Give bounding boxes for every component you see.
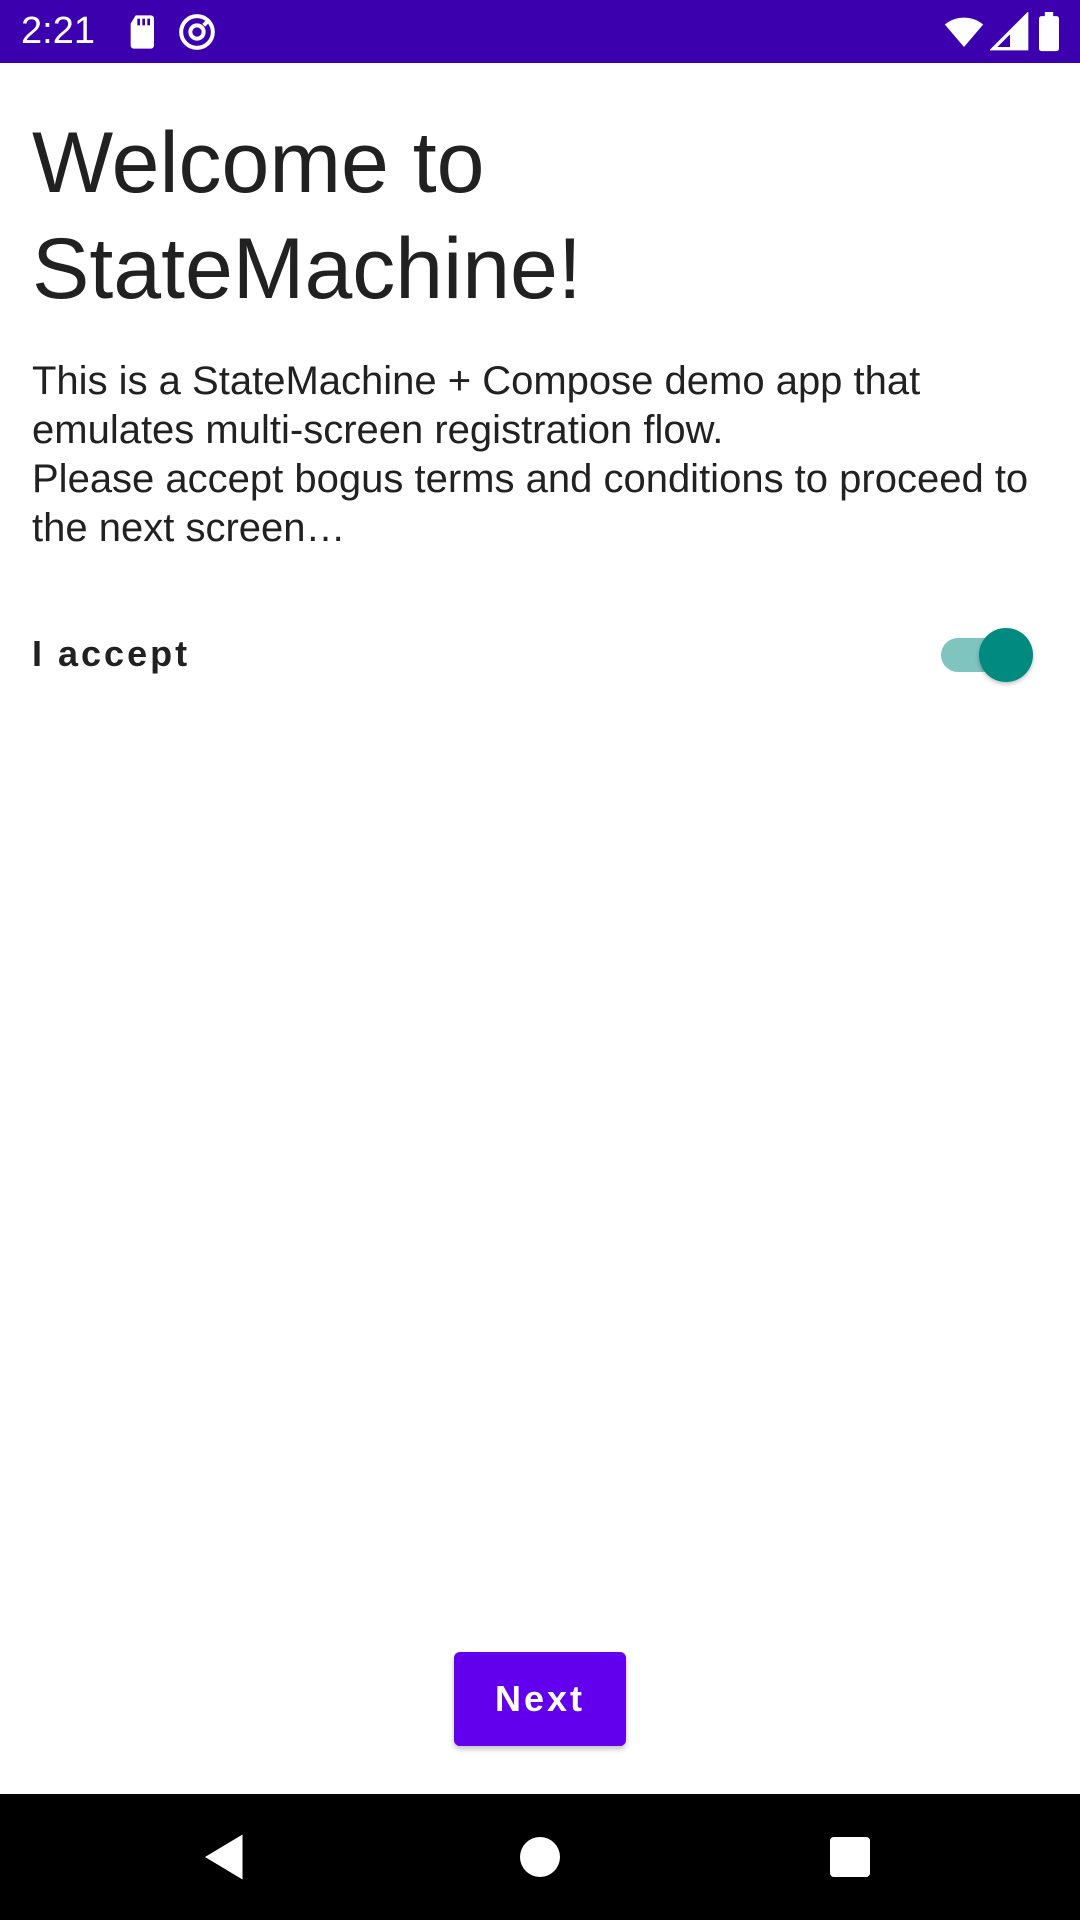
page-title: Welcome to StateMachine! xyxy=(32,115,582,317)
next-button[interactable]: Next xyxy=(454,1652,626,1746)
switch-thumb xyxy=(979,628,1033,682)
accept-terms-label: I accept xyxy=(32,633,191,674)
sd-card-icon xyxy=(124,12,164,52)
cellular-signal-icon xyxy=(990,12,1030,52)
navigation-bar xyxy=(0,1794,1080,1920)
wifi-icon xyxy=(942,12,986,52)
status-bar: 2:21 xyxy=(0,0,1080,63)
at-sign-icon xyxy=(177,12,217,52)
status-time: 2:21 xyxy=(21,10,95,52)
battery-icon xyxy=(1036,12,1062,52)
accept-terms-row[interactable]: I accept xyxy=(0,614,1080,694)
accept-terms-switch[interactable] xyxy=(937,628,1033,682)
recents-icon[interactable] xyxy=(820,1827,880,1887)
intro-description: This is a StateMachine + Compose demo ap… xyxy=(32,359,1029,550)
app-screen: 2:21 Welcome to StateMachine! This is a … xyxy=(0,0,1080,1920)
home-icon[interactable] xyxy=(510,1827,570,1887)
back-icon[interactable] xyxy=(195,1827,255,1887)
